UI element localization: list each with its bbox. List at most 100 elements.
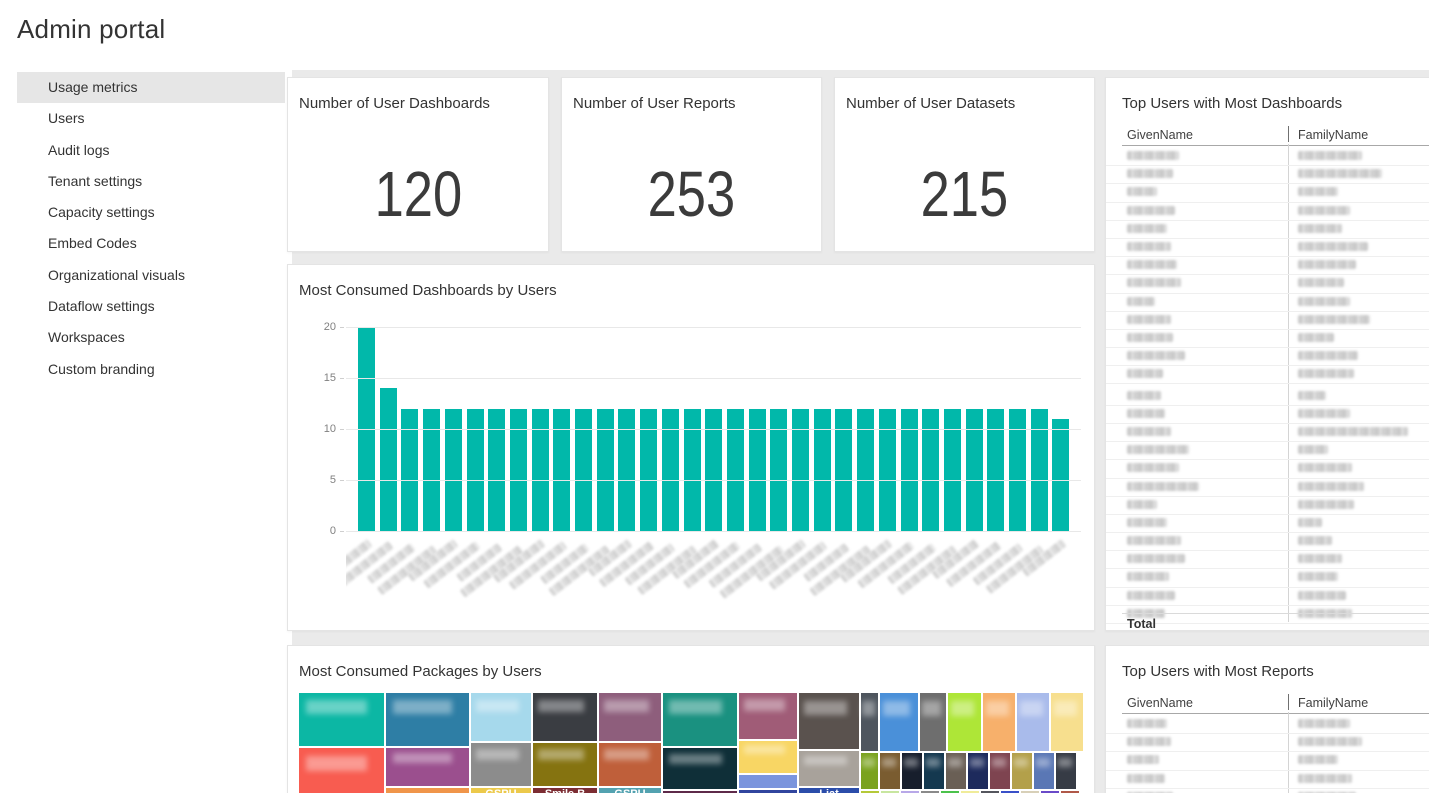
- bar[interactable]: [423, 409, 440, 531]
- table-row: [1106, 479, 1429, 497]
- bar[interactable]: [879, 409, 896, 531]
- treemap-tile[interactable]: [299, 693, 384, 746]
- treemap-tile[interactable]: [983, 693, 1015, 751]
- y-tick-mark: [340, 378, 344, 379]
- bar[interactable]: [640, 409, 657, 531]
- treemap-tile[interactable]: [968, 753, 988, 789]
- bar[interactable]: [727, 409, 744, 531]
- bar[interactable]: [467, 409, 484, 531]
- treemap-tile[interactable]: [533, 743, 597, 786]
- card-title: Number of User Dashboards: [299, 95, 490, 112]
- y-tick-label: 20: [302, 321, 336, 333]
- bar[interactable]: [705, 409, 722, 531]
- sidebar-item-tenant-settings[interactable]: Tenant settings: [17, 166, 285, 197]
- sidebar-item-workspaces[interactable]: Workspaces: [17, 322, 285, 353]
- treemap-tile[interactable]: [739, 693, 797, 739]
- treemap-tile[interactable]: [471, 693, 531, 741]
- bar[interactable]: [532, 409, 549, 531]
- table-row: [1106, 460, 1429, 478]
- bar[interactable]: [987, 409, 1004, 531]
- treemap-tile[interactable]: [880, 753, 900, 789]
- treemap-tile[interactable]: [386, 693, 469, 746]
- redacted-family-name: [1298, 774, 1352, 783]
- bar[interactable]: [401, 409, 418, 531]
- sidebar-item-dataflow-settings[interactable]: Dataflow settings: [17, 291, 285, 322]
- bar[interactable]: [1031, 409, 1048, 531]
- redacted-family-name: [1298, 297, 1350, 306]
- bar[interactable]: [618, 409, 635, 531]
- bar[interactable]: [792, 409, 809, 531]
- bar[interactable]: [835, 409, 852, 531]
- bar[interactable]: [966, 409, 983, 531]
- bar[interactable]: [510, 409, 527, 531]
- bar[interactable]: [1052, 419, 1069, 531]
- treemap-tile[interactable]: [1017, 693, 1049, 751]
- treemap-tile[interactable]: [533, 693, 597, 741]
- bar[interactable]: [684, 409, 701, 531]
- treemap-tile[interactable]: [663, 748, 737, 789]
- treemap-tile[interactable]: [739, 741, 797, 773]
- sidebar-item-usage-metrics[interactable]: Usage metrics: [17, 72, 285, 103]
- redacted-tile-label: [604, 700, 649, 712]
- treemap-tile[interactable]: [861, 693, 878, 751]
- treemap-tile[interactable]: [299, 748, 384, 793]
- redacted-tile-label: [804, 701, 847, 716]
- treemap-tile[interactable]: [471, 743, 531, 786]
- column-header-givenname[interactable]: GivenName: [1127, 696, 1193, 710]
- treemap-tile[interactable]: [799, 693, 859, 749]
- treemap-tile[interactable]: [739, 775, 797, 788]
- redacted-family-name: [1298, 554, 1342, 563]
- treemap-tile[interactable]: [920, 693, 946, 751]
- treemap-tile[interactable]: [386, 748, 469, 786]
- bar[interactable]: [770, 409, 787, 531]
- sidebar-item-organizational-visuals[interactable]: Organizational visuals: [17, 260, 285, 291]
- treemap-tile[interactable]: GSPU: [599, 788, 661, 793]
- treemap-tile[interactable]: [990, 753, 1010, 789]
- bar[interactable]: [380, 388, 397, 531]
- column-header-familyname[interactable]: FamilyName: [1298, 128, 1368, 142]
- bar[interactable]: [553, 409, 570, 531]
- treemap-tile[interactable]: [948, 693, 981, 751]
- treemap-tile[interactable]: [1056, 753, 1076, 789]
- treemap-tile[interactable]: [880, 693, 918, 751]
- treemap-tile[interactable]: [799, 751, 859, 786]
- sidebar-item-users[interactable]: Users: [17, 103, 285, 134]
- table-row: [1106, 366, 1429, 384]
- treemap-tile[interactable]: [1051, 693, 1083, 751]
- treemap-tile[interactable]: GSPU: [471, 788, 531, 793]
- treemap-tile[interactable]: Smile B: [533, 788, 597, 793]
- sidebar-item-custom-branding[interactable]: Custom branding: [17, 354, 285, 385]
- bar[interactable]: [488, 409, 505, 531]
- bar[interactable]: [857, 409, 874, 531]
- bar[interactable]: [1009, 409, 1026, 531]
- gridline: [346, 429, 1081, 430]
- treemap-tiles: GSPUSmile BGSPU Liat: [299, 693, 1083, 793]
- treemap-tile[interactable]: [599, 693, 661, 741]
- treemap-tile[interactable]: [902, 753, 922, 789]
- bar[interactable]: [749, 409, 766, 531]
- bar[interactable]: [814, 409, 831, 531]
- treemap-tile[interactable]: [946, 753, 966, 789]
- table-row: [1106, 148, 1429, 166]
- column-header-givenname[interactable]: GivenName: [1127, 128, 1193, 142]
- card-title: Number of User Datasets: [846, 95, 1015, 112]
- sidebar-item-capacity-settings[interactable]: Capacity settings: [17, 197, 285, 228]
- treemap-tile[interactable]: [599, 743, 661, 786]
- bar[interactable]: [445, 409, 462, 531]
- column-header-familyname[interactable]: FamilyName: [1298, 696, 1368, 710]
- bar[interactable]: [575, 409, 592, 531]
- sidebar-item-embed-codes[interactable]: Embed Codes: [17, 228, 285, 259]
- bar[interactable]: [597, 409, 614, 531]
- sidebar-item-audit-logs[interactable]: Audit logs: [17, 135, 285, 166]
- bar[interactable]: [901, 409, 918, 531]
- treemap-tile[interactable]: [663, 693, 737, 746]
- treemap-tile[interactable]: [924, 753, 944, 789]
- treemap-tile[interactable]: [1012, 753, 1032, 789]
- treemap-tile[interactable]: Liat: [799, 788, 859, 793]
- bar[interactable]: [922, 409, 939, 531]
- treemap-tile[interactable]: [1034, 753, 1054, 789]
- treemap-tile[interactable]: [861, 753, 878, 789]
- treemap-tile[interactable]: [386, 788, 469, 793]
- bar[interactable]: [662, 409, 679, 531]
- bar[interactable]: [944, 409, 961, 531]
